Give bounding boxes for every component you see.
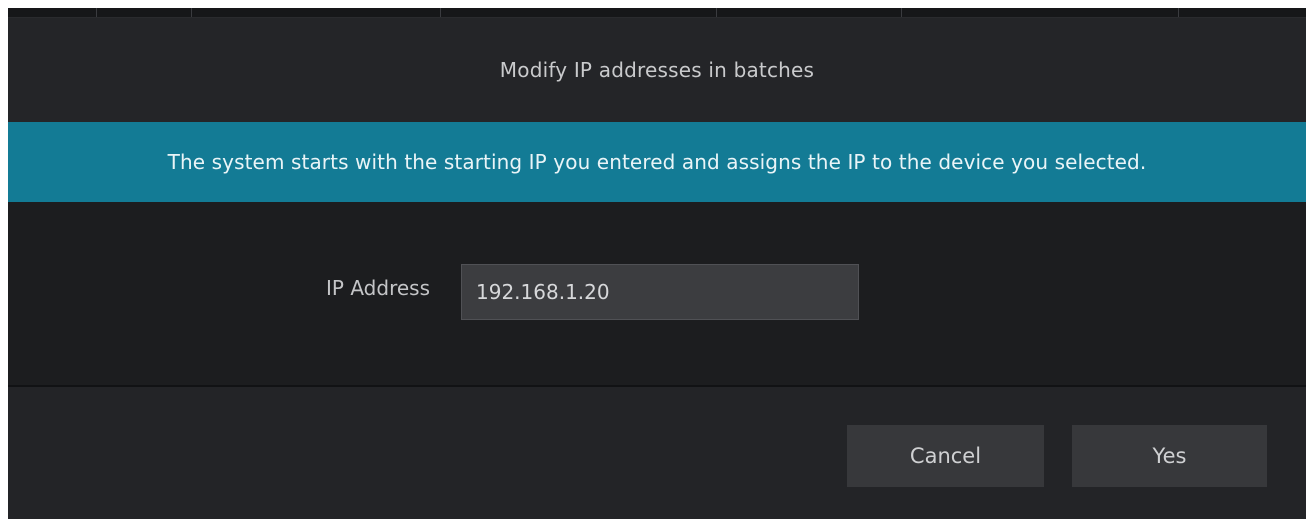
column-divider [1178, 8, 1179, 17]
ip-address-input[interactable] [461, 264, 859, 320]
info-banner: The system starts with the starting IP y… [8, 122, 1306, 202]
dialog-title: Modify IP addresses in batches [499, 58, 815, 82]
background-table-header [8, 8, 1306, 18]
yes-button[interactable]: Yes [1072, 425, 1267, 487]
column-divider [716, 8, 717, 17]
column-divider [96, 8, 97, 17]
cancel-button[interactable]: Cancel [847, 425, 1044, 487]
column-divider [901, 8, 902, 17]
column-divider [191, 8, 192, 17]
dialog-header: Modify IP addresses in batches [8, 18, 1306, 122]
dialog-footer: Cancel Yes [8, 387, 1306, 519]
column-divider [440, 8, 441, 17]
form-area: IP Address [8, 202, 1306, 385]
ip-address-label: IP Address [326, 276, 430, 300]
modify-ip-dialog: Modify IP addresses in batches The syste… [8, 8, 1306, 519]
info-message: The system starts with the starting IP y… [167, 150, 1147, 174]
